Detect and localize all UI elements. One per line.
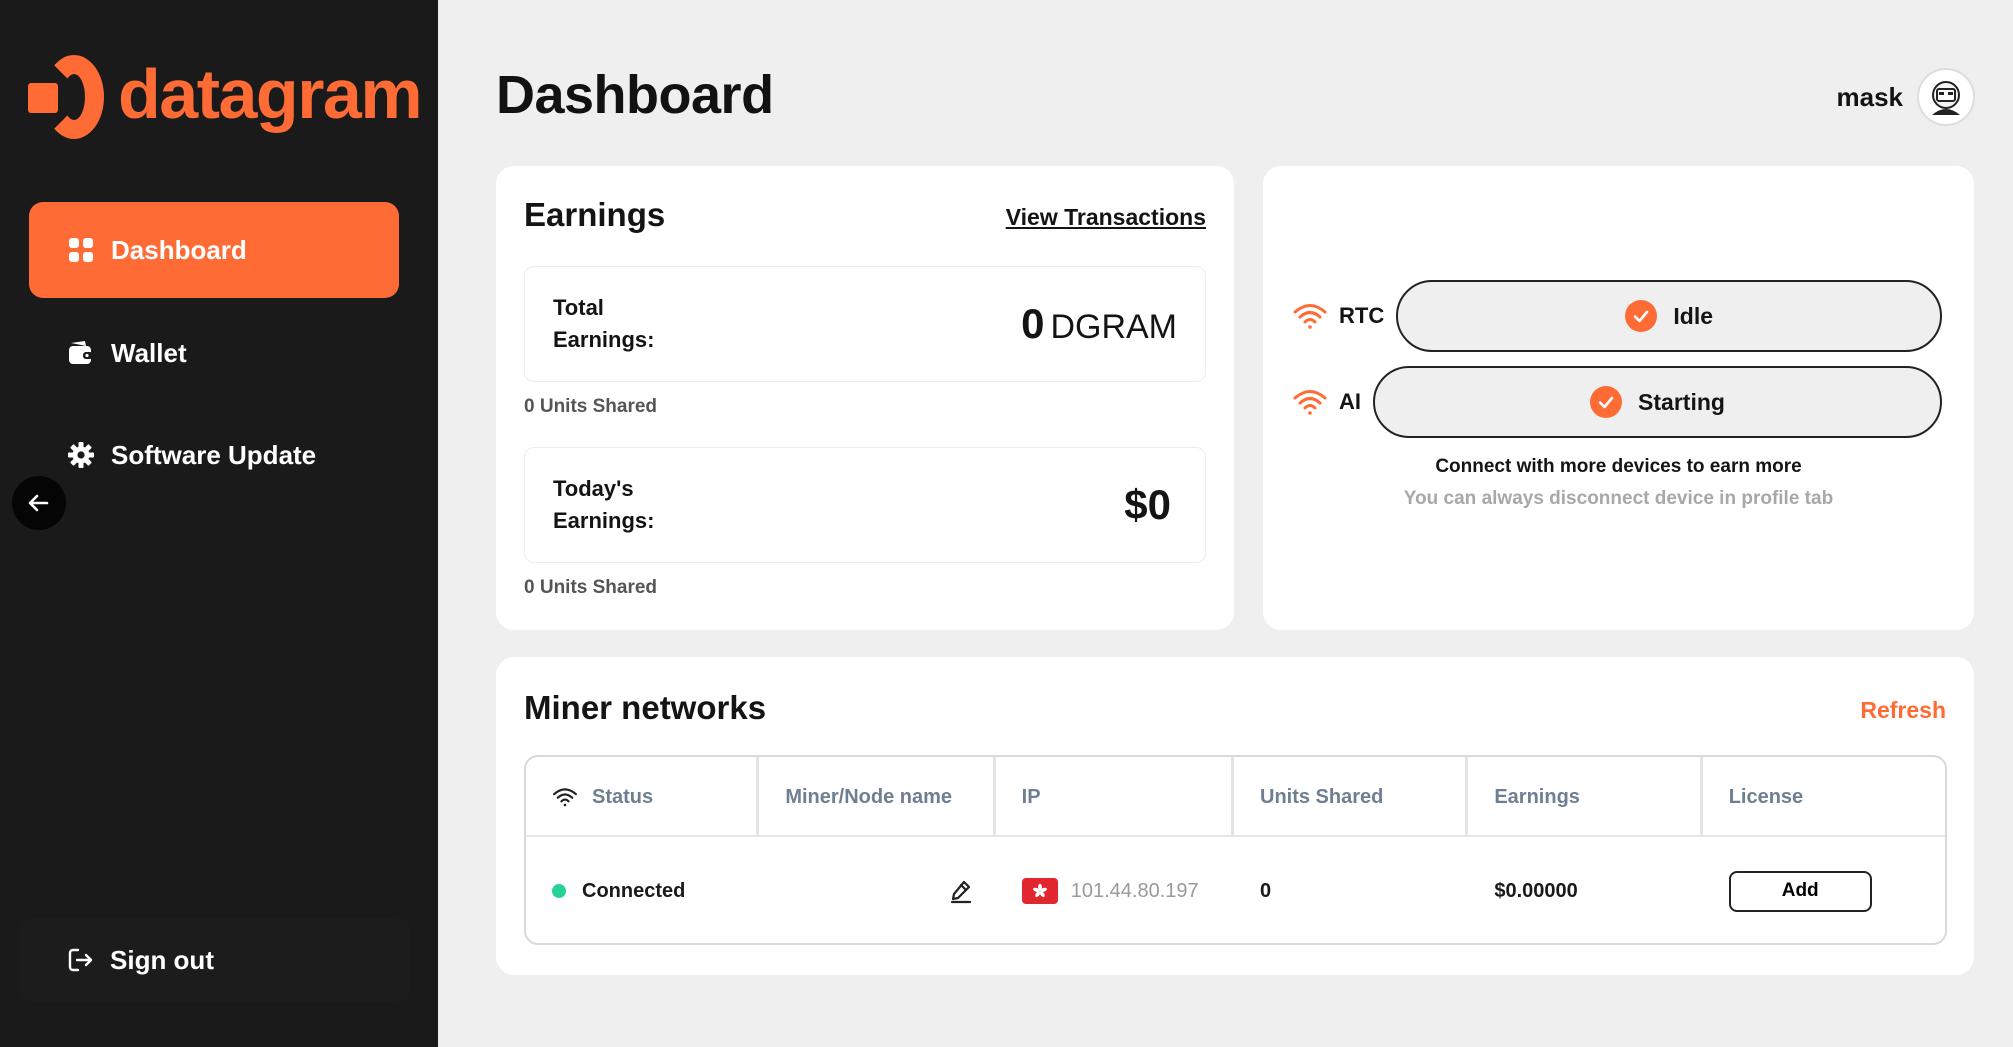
gear-icon	[67, 441, 95, 469]
license-cell: Add	[1703, 837, 1945, 943]
rtc-status-label: Idle	[1673, 302, 1714, 329]
sidebar-item-label: Wallet	[111, 337, 187, 368]
sign-out-button[interactable]: Sign out	[20, 918, 410, 1002]
sidebar-item-software-update[interactable]: Software Update	[29, 407, 399, 503]
brand-name: datagram	[118, 55, 423, 133]
total-earnings-box: Total Earnings: 0 DGRAM	[524, 266, 1206, 382]
column-header-units-shared: Units Shared	[1234, 757, 1469, 837]
page-title: Dashboard	[496, 65, 774, 125]
column-header-ip: IP	[996, 757, 1234, 837]
logo-mark-icon	[28, 55, 104, 139]
rtc-status-button[interactable]: Idle	[1396, 280, 1943, 352]
ip-address: 101.44.80.197	[1070, 879, 1199, 902]
miner-networks-title: Miner networks	[524, 689, 767, 726]
sidebar-item-label: Dashboard	[111, 234, 247, 265]
units-shared-cell: 0	[1260, 879, 1272, 902]
device-row-rtc: RTC Idle	[1291, 280, 1943, 352]
column-header-earnings: Earnings	[1468, 757, 1703, 837]
table-header: Status Miner/Node name IP Units Shared E…	[526, 757, 1945, 837]
connected-dot-icon	[552, 884, 566, 898]
table-row: Connected 101.44.80.197 0 $0.00000 Add	[526, 837, 1945, 943]
ai-status-label: Starting	[1638, 388, 1725, 415]
avatar[interactable]	[1917, 68, 1975, 126]
wifi-icon	[1291, 301, 1329, 331]
device-row-ai: AI Starting	[1291, 366, 1942, 438]
total-earnings-amount: 0	[1021, 300, 1045, 347]
add-license-button[interactable]: Add	[1728, 870, 1872, 912]
today-earnings-amount: $0	[1124, 481, 1171, 528]
column-header-license: License	[1728, 785, 1804, 808]
today-earnings-value: $0	[1124, 481, 1177, 529]
today-earnings-box: Today's Earnings: $0	[524, 447, 1206, 563]
miner-networks-card: Miner networks Refresh Status Miner/Node…	[496, 657, 1974, 975]
status-cell: Connected	[526, 837, 759, 943]
wifi-icon	[1291, 387, 1329, 417]
sign-out-label: Sign out	[110, 944, 214, 975]
sidebar-item-label: Software Update	[111, 439, 317, 470]
earnings-card: Earnings View Transactions Total Earning…	[496, 166, 1234, 630]
total-earnings-unit: DGRAM	[1050, 308, 1177, 346]
collapse-sidebar-button[interactable]	[12, 476, 66, 530]
today-units-shared: 0 Units Shared	[524, 577, 658, 598]
user-name: mask	[1836, 81, 1904, 112]
total-earnings-label: Total Earnings:	[553, 295, 655, 352]
pencil-icon	[950, 880, 971, 904]
earnings-title: Earnings	[524, 196, 666, 233]
ai-status-button[interactable]: Starting	[1373, 366, 1942, 438]
ip-cell: 101.44.80.197	[996, 837, 1234, 943]
node-name-cell	[759, 837, 995, 943]
sidebar-item-wallet[interactable]: Wallet	[29, 305, 399, 401]
device-label: AI	[1339, 389, 1361, 414]
hong-kong-flag-icon	[1021, 878, 1058, 904]
devices-card: RTC Idle AI Starting Connect with more d…	[1263, 166, 1974, 630]
sign-out-icon	[66, 946, 94, 974]
check-icon	[1625, 300, 1658, 332]
devices-subnote: You can always disconnect device in prof…	[1403, 488, 1834, 509]
column-header-node-name: Miner/Node name	[759, 757, 996, 837]
column-header-label: Status	[592, 785, 654, 808]
miner-table: Status Miner/Node name IP Units Shared E…	[524, 755, 1947, 945]
edit-name-button[interactable]	[948, 878, 974, 904]
grid-icon	[67, 236, 95, 264]
wallet-icon	[67, 339, 95, 367]
status-label: Connected	[582, 879, 686, 902]
refresh-button[interactable]: Refresh	[1860, 697, 1946, 724]
device-label: RTC	[1339, 303, 1385, 328]
sidebar-item-dashboard[interactable]: Dashboard	[29, 202, 399, 298]
view-transactions-link[interactable]: View Transactions	[1006, 204, 1206, 231]
total-earnings-value: 0 DGRAM	[1021, 300, 1177, 348]
total-units-shared: 0 Units Shared	[524, 396, 658, 417]
user-menu[interactable]: mask	[1836, 68, 1975, 126]
brand-logo[interactable]: datagram	[28, 55, 423, 139]
earnings-cell: $0.00000	[1494, 879, 1578, 902]
column-header-status: Status	[526, 757, 760, 837]
sidebar: datagram Dashboard Wallet Software Updat…	[0, 0, 438, 1047]
arrow-left-icon	[28, 494, 49, 512]
wifi-icon	[553, 788, 577, 807]
devices-note: Connect with more devices to earn more	[1435, 456, 1802, 477]
check-icon	[1590, 386, 1623, 418]
today-earnings-label: Today's Earnings:	[553, 476, 655, 533]
